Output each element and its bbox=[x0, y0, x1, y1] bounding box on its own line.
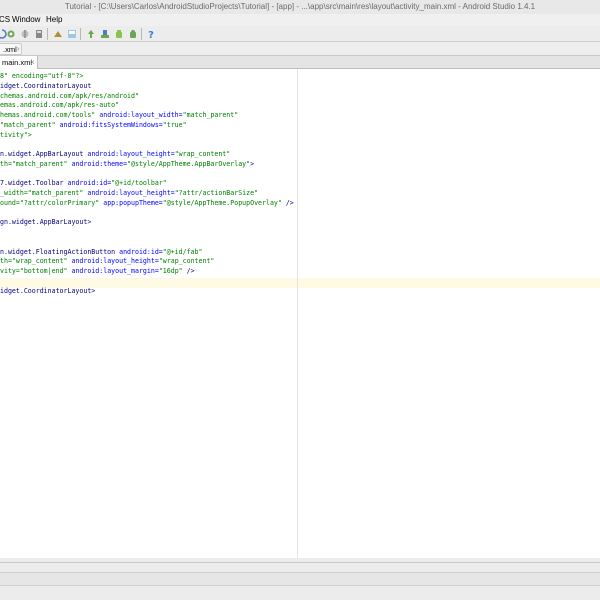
code-token: chemas.android.com/apk/res/android" bbox=[0, 91, 139, 100]
menu-bar: CS Window Help bbox=[0, 14, 600, 26]
sync-icon[interactable] bbox=[86, 29, 96, 39]
code-token: android:layout_width= bbox=[99, 111, 183, 119]
code-token: android:layout_height= bbox=[71, 257, 159, 266]
code-token: "@style/AppTheme.AppBarOverlay" bbox=[127, 159, 251, 168]
project-structure-icon[interactable] bbox=[34, 29, 44, 39]
editor-tab-bar: main.xml × bbox=[0, 56, 600, 69]
code-token: n.widget.FloatingActionButton bbox=[0, 247, 120, 256]
help-icon[interactable]: ? bbox=[146, 29, 156, 39]
toolbar-separator bbox=[80, 28, 81, 40]
code-line: chemas.android.com/apk/res/android" bbox=[0, 91, 139, 101]
code-token: th="wrap_content" bbox=[0, 257, 72, 266]
code-line: n.widget.AppBarLayout android:layout_hei… bbox=[0, 149, 230, 159]
close-tab-icon[interactable]: × bbox=[30, 56, 35, 69]
right-margin-guide bbox=[297, 69, 298, 558]
main-toolbar: ? bbox=[0, 26, 600, 42]
code-line: vity="bottom|end" android:layout_margin=… bbox=[0, 266, 195, 276]
menu-window[interactable]: Window bbox=[12, 14, 40, 26]
code-line: _width="match_parent" android:layout_hei… bbox=[0, 188, 258, 198]
device-icon[interactable] bbox=[114, 29, 124, 39]
code-token: idget.CoordinatorLayout bbox=[0, 81, 92, 90]
android-monitor-icon[interactable] bbox=[100, 29, 110, 39]
code-token: tivity"> bbox=[0, 130, 32, 139]
code-line: tivity"> bbox=[0, 130, 32, 140]
android-icon[interactable] bbox=[128, 29, 138, 39]
code-line: ound="?attr/colorPrimary" app:popupTheme… bbox=[0, 198, 294, 208]
status-divider bbox=[0, 562, 600, 563]
code-token: android:fitsSystemWindows= bbox=[59, 120, 163, 129]
code-line: 7.widget.Toolbar android:id="@+id/toolba… bbox=[0, 178, 167, 188]
code-line: th="match_parent" android:theme="@style/… bbox=[0, 159, 254, 169]
code-token: idget.CoordinatorLayout> bbox=[0, 286, 96, 295]
code-token: 8" encoding="utf-8"?> bbox=[0, 72, 84, 80]
code-token: "wrap_content" bbox=[158, 257, 215, 266]
code-line: idget.CoordinatorLayout bbox=[0, 81, 91, 91]
code-token: android:layout_height= bbox=[87, 150, 175, 158]
code-token: "16dp" bbox=[158, 267, 183, 275]
code-token: android:layout_margin= bbox=[71, 267, 159, 275]
code-line: "match_parent" android:fitsSystemWindows… bbox=[0, 120, 187, 130]
code-token: ound="?attr/colorPrimary" bbox=[0, 198, 104, 207]
code-line: idget.CoordinatorLayout> bbox=[0, 286, 95, 296]
toolbar-separator bbox=[141, 28, 142, 40]
window-title-bar: Tutorial - [C:\Users\Carlos\AndroidStudi… bbox=[0, 0, 600, 14]
menu-help[interactable]: Help bbox=[46, 14, 62, 26]
code-token: "@+id/fab" bbox=[162, 247, 203, 256]
status-bar bbox=[0, 558, 600, 600]
sdk-manager-icon[interactable] bbox=[53, 29, 63, 39]
window-title: Tutorial - [C:\Users\Carlos\AndroidStudi… bbox=[64, 2, 536, 11]
code-token: th="match_parent" bbox=[0, 159, 72, 168]
code-token: "@+id/toolbar" bbox=[111, 179, 167, 188]
code-token: "?attr/actionBarSize" bbox=[174, 189, 259, 197]
code-token: vity="bottom|end" bbox=[0, 267, 72, 275]
code-line: hemas.android.com/tools" android:layout_… bbox=[0, 110, 238, 120]
code-line: emas.android.com/apk/res-auto" bbox=[0, 100, 119, 110]
tool-window-strip bbox=[0, 572, 600, 586]
code-token: "match_parent" bbox=[182, 111, 239, 119]
code-line: th="wrap_content" android:layout_height=… bbox=[0, 256, 214, 266]
code-token: android:theme= bbox=[71, 159, 128, 168]
svg-text:?: ? bbox=[148, 30, 154, 39]
code-token: > bbox=[250, 159, 255, 168]
code-token: hemas.android.com/tools" bbox=[0, 111, 100, 119]
code-token: android:id= bbox=[119, 247, 163, 256]
menu-vcs[interactable]: CS bbox=[0, 14, 10, 26]
avd-manager-icon[interactable] bbox=[67, 29, 77, 39]
code-token: gn.widget.AppBarLayout> bbox=[0, 218, 92, 227]
code-line: gn.widget.AppBarLayout> bbox=[0, 217, 91, 227]
code-token: "true" bbox=[162, 120, 187, 129]
code-token: /> bbox=[182, 267, 195, 275]
stop-icon[interactable] bbox=[6, 29, 16, 39]
code-token: "@style/AppTheme.PopupOverlay" bbox=[162, 198, 282, 207]
code-token: _width="match_parent" bbox=[0, 189, 88, 197]
code-token: /> bbox=[281, 198, 294, 207]
code-token: android:layout_height= bbox=[87, 189, 175, 197]
code-token: "wrap_content" bbox=[174, 150, 231, 158]
toolbar-separator bbox=[47, 28, 48, 40]
code-token: "match_parent" bbox=[0, 120, 60, 129]
code-token: 7.widget.Toolbar bbox=[0, 179, 68, 188]
code-token: n.widget.AppBarLayout bbox=[0, 150, 88, 158]
code-token: emas.android.com/apk/res-auto" bbox=[0, 101, 120, 110]
breadcrumb-arrow-icon: › bbox=[17, 44, 20, 53]
tab-label: main.xml bbox=[2, 58, 33, 67]
navigation-breadcrumb: .xml › bbox=[0, 42, 600, 56]
code-token: android:id= bbox=[67, 179, 112, 188]
code-line: 8" encoding="utf-8"?> bbox=[0, 71, 83, 81]
code-editor[interactable]: 8" encoding="utf-8"?> idget.CoordinatorLa… bbox=[0, 69, 600, 558]
tab-activity-main-xml[interactable]: main.xml × bbox=[0, 56, 38, 69]
code-token: app:popupTheme= bbox=[103, 198, 163, 207]
code-line: n.widget.FloatingActionButton android:id… bbox=[0, 247, 202, 257]
build-icon[interactable] bbox=[20, 29, 30, 39]
